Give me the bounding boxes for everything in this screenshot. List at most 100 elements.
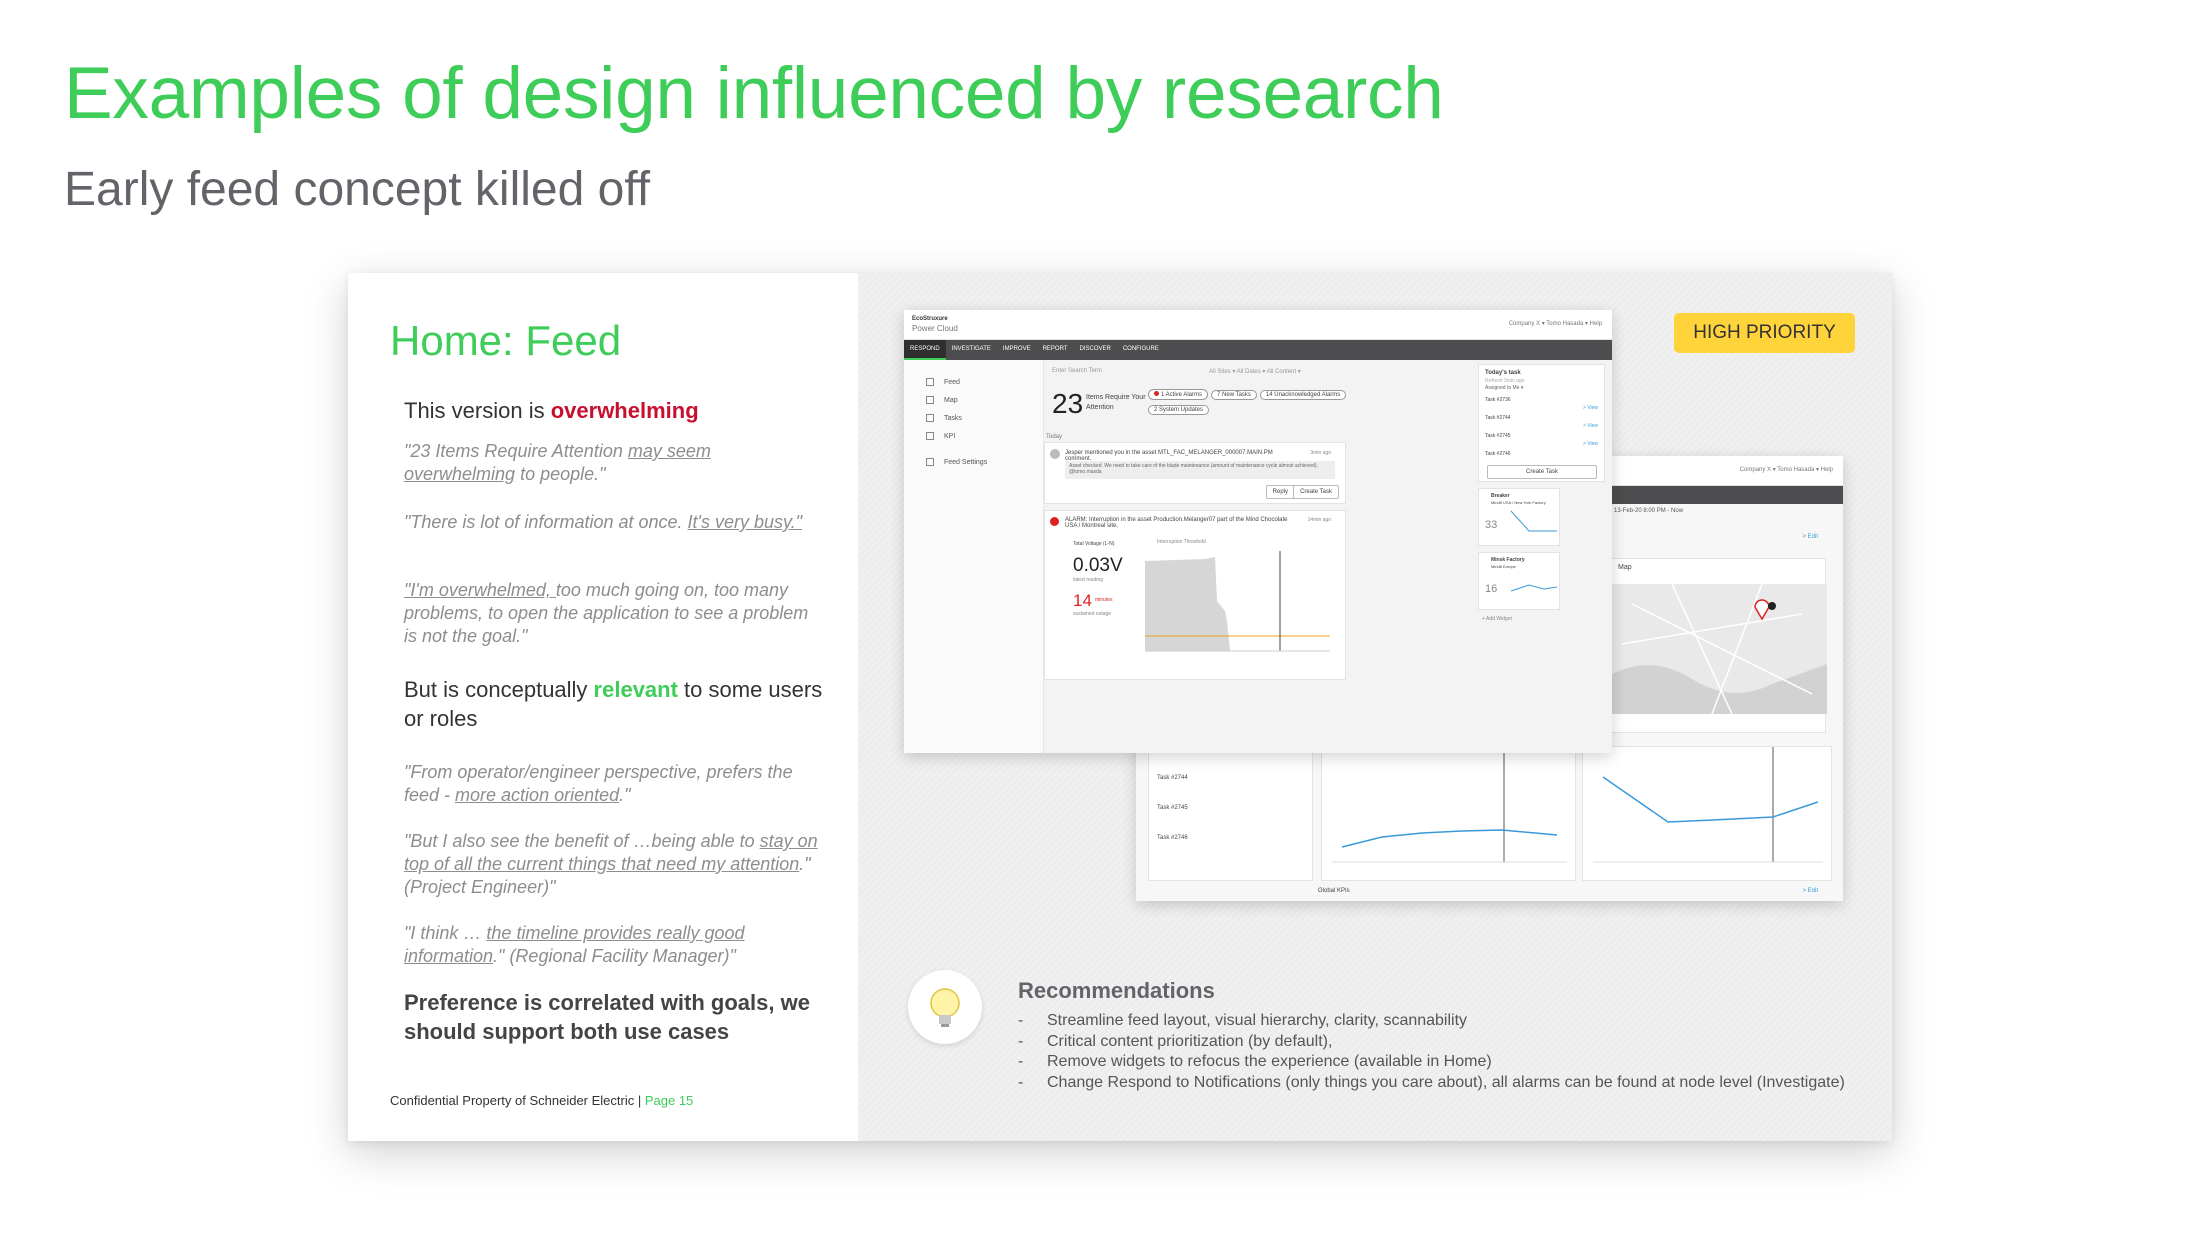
edit-link[interactable]: > Edit [1802,534,1818,540]
alarm-time: 14min ago [1307,517,1331,523]
widget-value: 16 [1485,583,1498,595]
task-item[interactable]: Task #2744 [1485,415,1511,421]
widget-sub: Mind8 Europe [1491,564,1516,569]
breaker-sparkline [1510,510,1557,532]
map-icon [926,396,934,404]
voltage-sub: latest reading [1073,577,1104,583]
feed-post-alarm[interactable]: ALARM: Interruption in the asset Product… [1044,510,1346,680]
sidebar-item-feed[interactable]: Feed [926,378,960,386]
pill-unack-alarms[interactable]: 14 Unacknowledged Alarms [1259,390,1347,400]
product-name: Power Cloud [912,324,958,333]
nav-discover[interactable]: DISCOVER [1073,340,1116,358]
task-item[interactable]: Task #2746 [1157,835,1188,841]
tasks-icon [926,414,934,422]
outage-unit: minutes [1095,597,1113,603]
post-comment: Asset checked. We need to take care of t… [1065,461,1335,479]
view-link[interactable]: > View [1583,405,1598,411]
pill-active-alarms[interactable]: 1 Active Alarms [1148,389,1209,400]
threshold-legend: Interruption Threshold [1157,539,1206,545]
research-notes-panel: Home: Feed This version is overwhelming … [348,273,858,1141]
view-link[interactable]: > View [1583,423,1598,429]
assigned-filter[interactable]: Assigned to Me ▾ [1485,385,1523,391]
quote-text: "But I also see the benefit of …being ab… [404,831,760,851]
slide-subtitle: Early feed concept killed off [64,163,651,216]
quote-3: "I'm overwhelmed, too much going on, too… [404,579,824,648]
lightbulb-icon [908,970,982,1044]
pill-label: 1 Active Alarms [1161,392,1203,398]
feed-filters[interactable]: All Sites ▾ All Dates ▾ All Content ▾ [1209,368,1301,375]
sidebar-item-map[interactable]: Map [926,396,958,404]
sidebar-item-kpi[interactable]: KPI [926,432,955,440]
app-sidebar: Feed Map Tasks KPI Feed Settings [904,360,1044,753]
create-task-button[interactable]: Create Task [1293,485,1339,499]
voltage-label: Total Voltage (L-N) [1073,541,1115,547]
nav-improve[interactable]: IMPROVE [997,340,1037,358]
pill-new-tasks[interactable]: 7 New Tasks [1211,390,1257,400]
voltage-value: 0.03V [1073,555,1123,576]
feed-heading: Home: Feed [390,317,622,364]
voltage-chart [1145,551,1330,652]
task-item[interactable]: Task #2745 [1485,433,1511,439]
nav-investigate[interactable]: INVESTIGATE [946,340,997,358]
app-header: EcoStruxure Power Cloud Company X ▾ Tomo… [904,310,1612,340]
attention-label: Items Require Your Attention [1086,394,1146,411]
statement-relevant: But is conceptually relevant to some use… [404,675,824,733]
task-list-widget: Task #2744 Task #2745 Task #2746 [1148,746,1313,881]
alarm-icon [1050,517,1059,526]
quote-text: "There is lot of information at once. [404,512,688,532]
post-time: 3min ago [1310,450,1331,456]
footer: Confidential Property of Schneider Elect… [390,1093,693,1108]
recommendation-item: Streamline feed layout, visual hierarchy… [1018,1011,1848,1032]
feed-post-mention[interactable]: Jesper mentioned you in the asset MTL_FA… [1044,442,1346,504]
todays-task-widget: Today's task Refresh 3min ago Assigned t… [1478,364,1605,482]
kpi-line-chart [1593,747,1823,863]
sidebar-label: Feed Settings [944,458,988,466]
quote-4: "From operator/engineer perspective, pre… [404,761,824,807]
attention-pills: 1 Active Alarms 7 New Tasks 14 Unacknowled… [1148,389,1468,415]
quote-6: "I think … the timeline provides really … [404,922,824,968]
recommendations-list: Streamline feed layout, visual hierarchy… [1018,1011,1848,1093]
attention-count: 23 [1052,388,1084,419]
map-image [1612,584,1827,714]
search-input[interactable]: Enter Search Term [1052,368,1102,374]
settings-icon [926,458,934,466]
brand-logo: EcoStruxure [912,316,948,322]
date-range[interactable]: 13-Feb-20 8:00 PM - Now [1614,508,1683,514]
widget-title: Today's task [1485,370,1521,376]
nav-report[interactable]: REPORT [1037,340,1074,358]
sidebar-item-tasks[interactable]: Tasks [926,414,962,422]
widget-sub: Refresh 3min ago [1485,378,1525,384]
task-item[interactable]: Task #2746 [1485,451,1511,457]
task-item[interactable]: Task #2745 [1157,805,1188,811]
feed-main: Enter Search Term All Sites ▾ All Dates … [1044,360,1474,753]
add-widget-button[interactable]: + Add Widget [1482,616,1512,622]
rail-create-task-button[interactable]: Create Task [1487,465,1597,479]
task-item[interactable]: Task #2744 [1157,775,1188,781]
sidebar-item-feed-settings[interactable]: Feed Settings [926,458,987,466]
map-label: Map [1618,564,1632,571]
priority-badge: HIGH PRIORITY [1674,313,1855,353]
sidebar-label: KPI [944,432,956,440]
map-widget[interactable]: Map [1611,558,1827,733]
task-item[interactable]: Task #2736 [1485,397,1511,403]
alarm-text: ALARM: Interruption in the asset Product… [1065,517,1288,529]
statement-text: This version is [404,398,551,423]
recommendations-title: Recommendations [1018,978,1215,1003]
quote-5: "But I also see the benefit of …being ab… [404,830,824,899]
nav-configure[interactable]: CONFIGURE [1117,340,1165,358]
edit-link[interactable]: > Edit [1802,888,1818,894]
minsk-factory-widget[interactable]: Minsk Factory Mind8 Europe 16 [1478,552,1560,610]
reply-button[interactable]: Reply [1265,485,1295,499]
quote-text: "23 Items Require Attention [404,441,628,461]
view-link[interactable]: > View [1583,441,1598,447]
feed-icon [926,378,934,386]
breaker-widget[interactable]: Breaker Mind8 USA / New York Factory 33 [1478,488,1560,546]
account-menu[interactable]: Company X ▾ Tomo Hasada ▾ Help [1740,466,1833,473]
global-kpis-label: Global KPIs [1318,888,1350,894]
pill-system-updates[interactable]: 2 System Updates [1148,405,1210,415]
recommendation-item: Change Respond to Notifications (only th… [1018,1073,1848,1094]
nav-respond[interactable]: RESPOND [904,340,946,360]
quote-text: "I think … [404,923,487,943]
widget-value: 33 [1485,519,1498,531]
account-menu[interactable]: Company X ▾ Tomo Hasada ▾ Help [1509,320,1602,327]
